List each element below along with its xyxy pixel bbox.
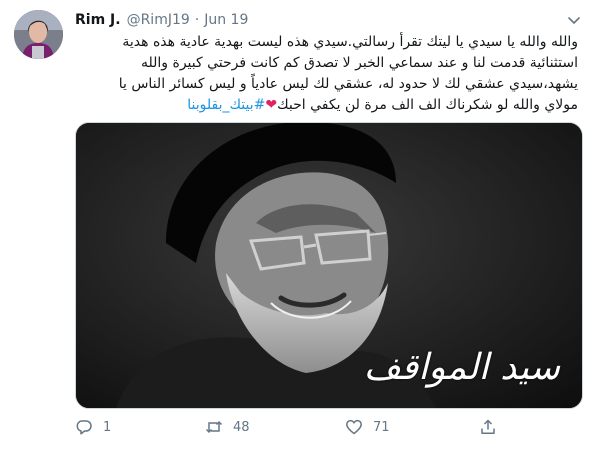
- tweet[interactable]: Rim J. @RimJ19 · Jun 19 والله والله يا س…: [0, 0, 597, 451]
- author-handle[interactable]: @RimJ19: [127, 12, 190, 28]
- like-count: 71: [373, 419, 390, 435]
- tweet-text-line: مولاي والله لو شكرناك الف الف مرة لن يكف…: [277, 97, 578, 113]
- author-name[interactable]: Rim J.: [75, 12, 121, 28]
- hashtag-link[interactable]: #بيتك_بقلوبنا: [187, 97, 265, 113]
- tweet-text-line: يشهد،سيدي عشقي لك لا حدود له، عشقي لك لي…: [118, 76, 578, 92]
- retweet-count: 48: [233, 419, 250, 435]
- tweet-actions: 1 48 71: [75, 416, 581, 438]
- avatar-image: [14, 10, 63, 59]
- tweet-text: والله والله يا سيدي يا ليتك تقرأ رسالتي.…: [75, 32, 578, 116]
- tweet-text-line: استثنائية قدمت لنا و عند سماعي الخبر لا …: [140, 55, 578, 71]
- image-caption: سيد المواقف: [363, 347, 560, 388]
- header-separator: ·: [194, 12, 200, 28]
- reply-icon: [76, 420, 92, 435]
- avatar[interactable]: [14, 10, 63, 59]
- share-button[interactable]: [479, 416, 497, 438]
- share-icon: [481, 419, 495, 434]
- heart-icon: [346, 419, 362, 435]
- reply-count: 1: [103, 419, 112, 435]
- tweet-text-line: والله والله يا سيدي يا ليتك تقرأ رسالتي.…: [122, 34, 578, 50]
- tweet-image[interactable]: سيد المواقف: [75, 122, 583, 409]
- heart-emoji: ❤: [265, 97, 278, 113]
- reply-button[interactable]: 1: [75, 416, 111, 438]
- retweet-button[interactable]: 48: [205, 416, 250, 438]
- chevron-down-icon[interactable]: [565, 11, 583, 29]
- tweet-header: Rim J. @RimJ19 · Jun 19: [75, 10, 248, 30]
- tweet-date[interactable]: Jun 19: [204, 12, 248, 28]
- tweet-text-line-last: مولاي والله لو شكرناك الف الف مرة لن يكف…: [75, 95, 578, 116]
- retweet-icon: [205, 420, 223, 434]
- like-button[interactable]: 71: [345, 416, 390, 438]
